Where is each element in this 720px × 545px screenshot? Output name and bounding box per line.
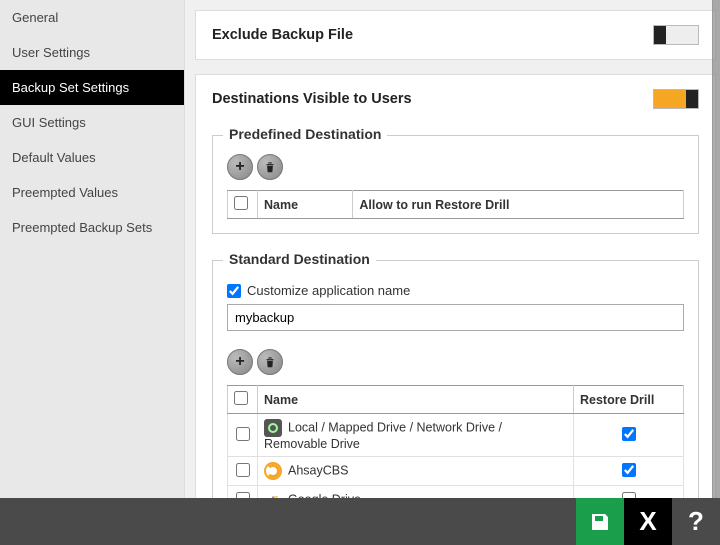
standard-add-button[interactable]: +: [227, 349, 253, 375]
sidebar-item-gui-settings[interactable]: GUI Settings: [0, 105, 184, 140]
sidebar-item-user-settings[interactable]: User Settings: [0, 35, 184, 70]
predefined-add-button[interactable]: +: [227, 154, 253, 180]
app-name-input[interactable]: [227, 304, 684, 331]
content-area: Exclude Backup File Destinations Visible…: [185, 0, 720, 498]
sidebar-item-default-values[interactable]: Default Values: [0, 140, 184, 175]
row-restore-checkbox[interactable]: [622, 427, 636, 441]
predefined-restore-header: Allow to run Restore Drill: [353, 191, 684, 219]
destinations-toggle[interactable]: [653, 89, 699, 109]
save-icon: [588, 510, 612, 534]
row-select-checkbox[interactable]: [236, 463, 250, 477]
standard-name-header: Name: [258, 386, 574, 414]
predefined-delete-button[interactable]: [257, 154, 283, 180]
sidebar-item-general[interactable]: General: [0, 0, 184, 35]
help-button[interactable]: ?: [672, 498, 720, 545]
google-drive-icon: [264, 491, 282, 498]
table-row: AhsayCBS: [228, 457, 684, 486]
predefined-destination-section: Predefined Destination + Name Allow to r…: [212, 135, 699, 234]
local-drive-icon: [264, 419, 282, 437]
predefined-select-all-checkbox[interactable]: [234, 196, 248, 210]
predefined-table: Name Allow to run Restore Drill: [227, 190, 684, 219]
customize-app-name-label: Customize application name: [247, 283, 410, 298]
row-select-checkbox[interactable]: [236, 427, 250, 441]
standard-destination-title: Standard Destination: [223, 251, 376, 267]
row-label: AhsayCBS: [288, 463, 348, 477]
settings-sidebar: General User Settings Backup Set Setting…: [0, 0, 185, 498]
standard-table: Name Restore Drill Local / Mapped Drive …: [227, 385, 684, 498]
predefined-name-header: Name: [258, 191, 353, 219]
trash-icon: [263, 355, 277, 369]
ahsaycbs-icon: [264, 462, 282, 480]
sidebar-item-preempted-backup-sets[interactable]: Preempted Backup Sets: [0, 210, 184, 245]
predefined-destination-title: Predefined Destination: [223, 126, 387, 142]
customize-app-name-checkbox[interactable]: [227, 284, 241, 298]
bottom-toolbar: X ?: [0, 498, 720, 545]
destinations-panel: Destinations Visible to Users Predefined…: [195, 74, 716, 498]
sidebar-item-preempted-values[interactable]: Preempted Values: [0, 175, 184, 210]
save-button[interactable]: [576, 498, 624, 545]
exclude-backup-file-panel: Exclude Backup File: [195, 10, 716, 60]
table-row: Local / Mapped Drive / Network Drive / R…: [228, 414, 684, 457]
sidebar-item-backup-set-settings[interactable]: Backup Set Settings: [0, 70, 184, 105]
row-label: Local / Mapped Drive / Network Drive / R…: [264, 420, 502, 451]
close-button[interactable]: X: [624, 498, 672, 545]
standard-destination-section: Standard Destination Customize applicati…: [212, 260, 699, 498]
exclude-backup-file-title: Exclude Backup File: [212, 27, 353, 43]
standard-delete-button[interactable]: [257, 349, 283, 375]
exclude-backup-file-toggle[interactable]: [653, 25, 699, 45]
standard-restore-header: Restore Drill: [574, 386, 684, 414]
destinations-title: Destinations Visible to Users: [212, 91, 412, 107]
standard-select-all-checkbox[interactable]: [234, 391, 248, 405]
table-row: Google Drive: [228, 486, 684, 499]
row-restore-checkbox[interactable]: [622, 463, 636, 477]
trash-icon: [263, 160, 277, 174]
scrollbar[interactable]: [712, 0, 720, 498]
